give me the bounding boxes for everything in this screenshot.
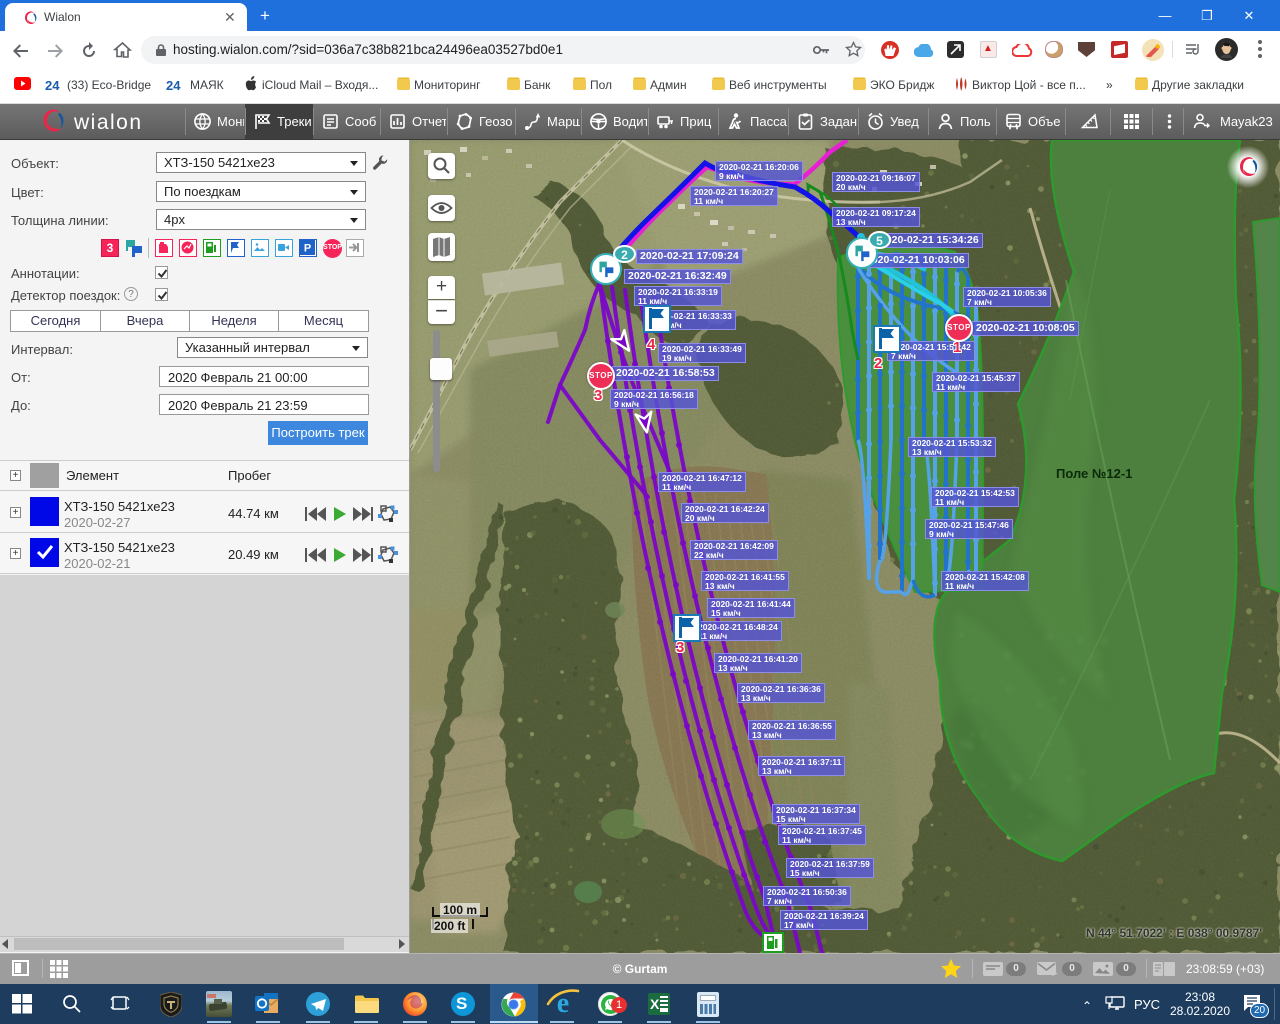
svg-text:P: P [304, 243, 311, 255]
